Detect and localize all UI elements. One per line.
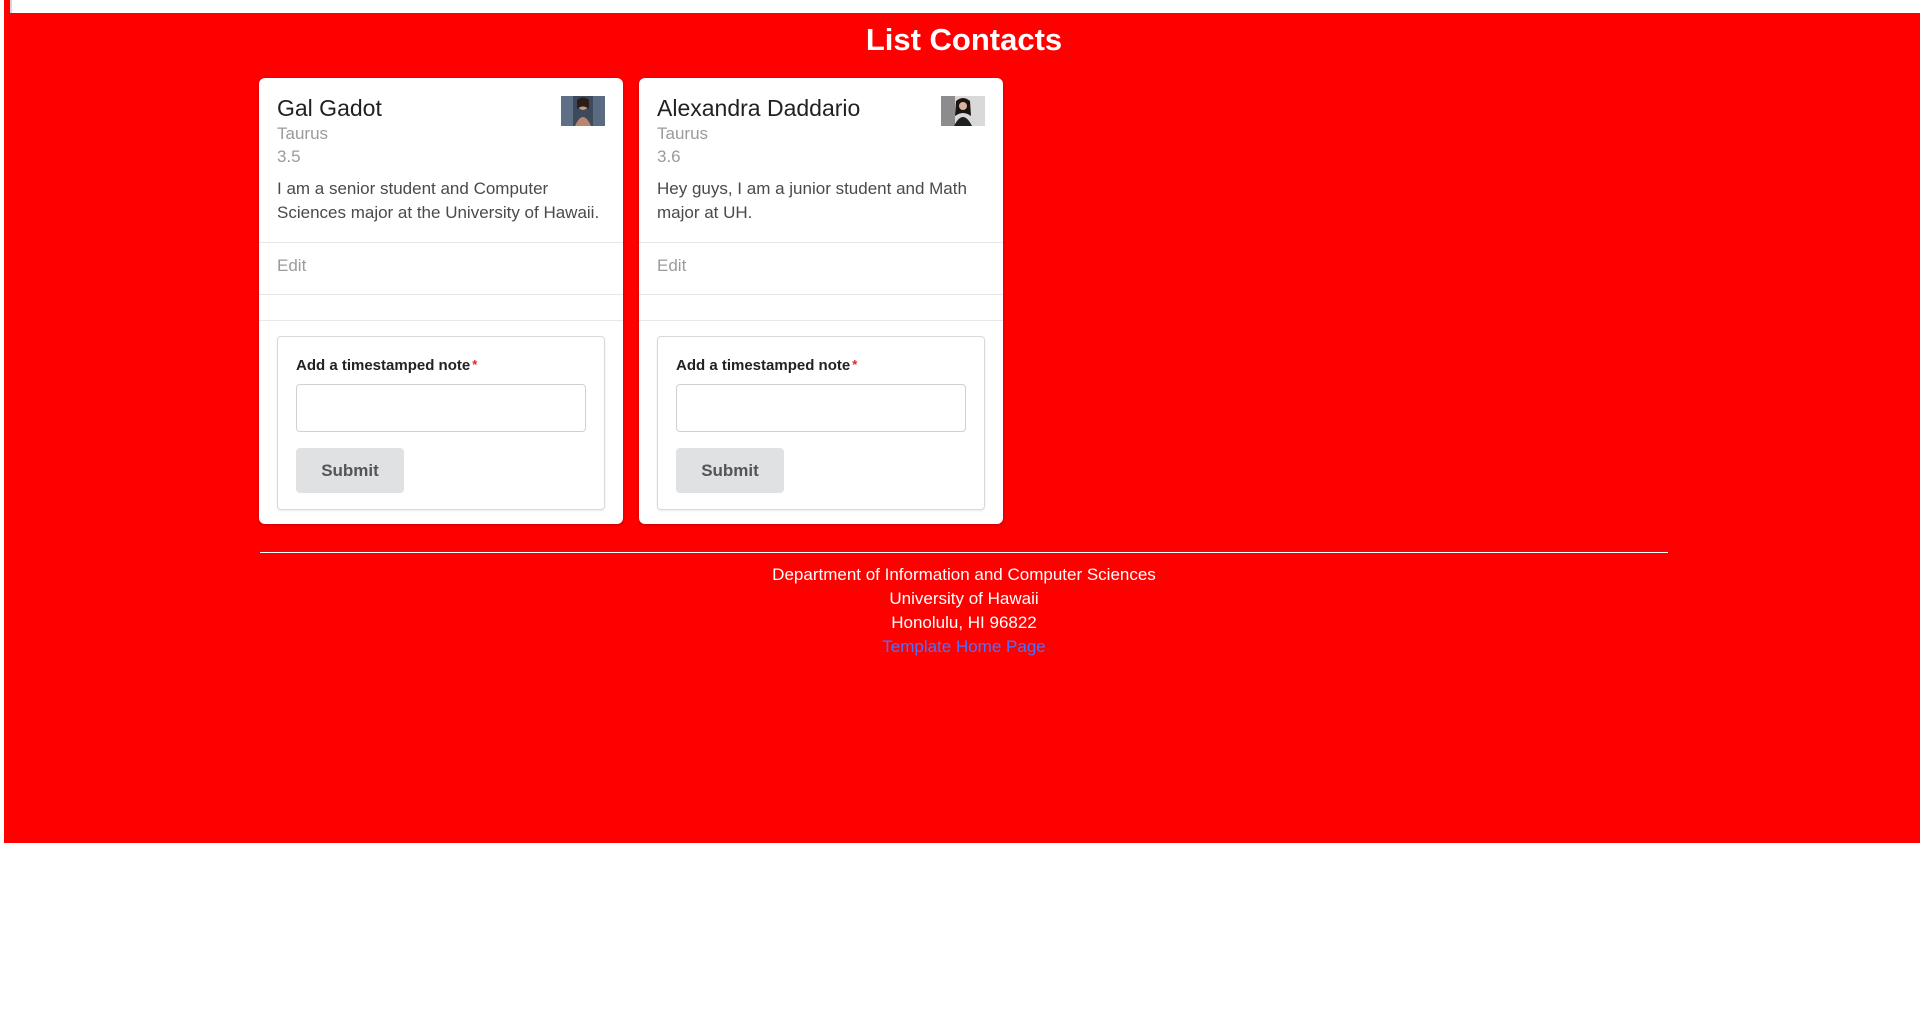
- card-content: Alexandra Daddario Taurus 3.6 Hey guys, …: [657, 92, 985, 225]
- note-label: Add a timestamped note *: [296, 357, 477, 374]
- note-label-text: Add a timestamped note: [676, 357, 851, 374]
- contact-description: I am a senior student and Computer Scien…: [277, 179, 600, 222]
- submit-button[interactable]: Submit: [676, 448, 784, 493]
- required-mark: *: [852, 357, 858, 372]
- required-mark: *: [472, 357, 478, 372]
- divider: [259, 242, 623, 243]
- contact-sign: Taurus: [657, 124, 709, 143]
- edit-link[interactable]: Edit: [657, 256, 686, 276]
- note-label-text: Add a timestamped note: [296, 357, 471, 374]
- contact-description: Hey guys, I am a junior student and Math…: [657, 179, 967, 222]
- template-home-link[interactable]: Template Home Page: [882, 637, 1045, 656]
- contact-sign: Taurus: [277, 124, 329, 143]
- footer-divider: [260, 552, 1668, 553]
- note-form: Add a timestamped note * Submit: [657, 336, 985, 510]
- contact-card: Alexandra Daddario Taurus 3.6 Hey guys, …: [639, 78, 1003, 524]
- divider: [639, 294, 1003, 295]
- footer-department: Department of Information and Computer S…: [772, 565, 1156, 584]
- contact-name: Gal Gadot: [277, 95, 382, 121]
- avatar: [561, 96, 605, 126]
- contact-gpa: 3.6: [657, 147, 681, 166]
- divider: [639, 242, 1003, 243]
- footer: Department of Information and Computer S…: [0, 563, 1920, 659]
- card-content: Gal Gadot Taurus 3.5 I am a senior stude…: [277, 92, 605, 225]
- contact-gpa: 3.5: [277, 147, 301, 166]
- contact-card: Gal Gadot Taurus 3.5 I am a senior stude…: [259, 78, 623, 524]
- submit-button[interactable]: Submit: [296, 448, 404, 493]
- avatar: [941, 96, 985, 126]
- note-label: Add a timestamped note *: [676, 357, 857, 374]
- divider: [259, 294, 623, 295]
- divider: [639, 320, 1003, 321]
- note-input[interactable]: [676, 384, 966, 432]
- footer-university: University of Hawaii: [889, 589, 1039, 608]
- navbar: [10, 0, 1920, 13]
- contact-name: Alexandra Daddario: [657, 95, 861, 121]
- note-form: Add a timestamped note * Submit: [277, 336, 605, 510]
- note-input[interactable]: [296, 384, 586, 432]
- edit-link[interactable]: Edit: [277, 256, 306, 276]
- divider: [259, 320, 623, 321]
- footer-address: Honolulu, HI 96822: [891, 613, 1037, 632]
- page-title: List Contacts: [865, 22, 1063, 57]
